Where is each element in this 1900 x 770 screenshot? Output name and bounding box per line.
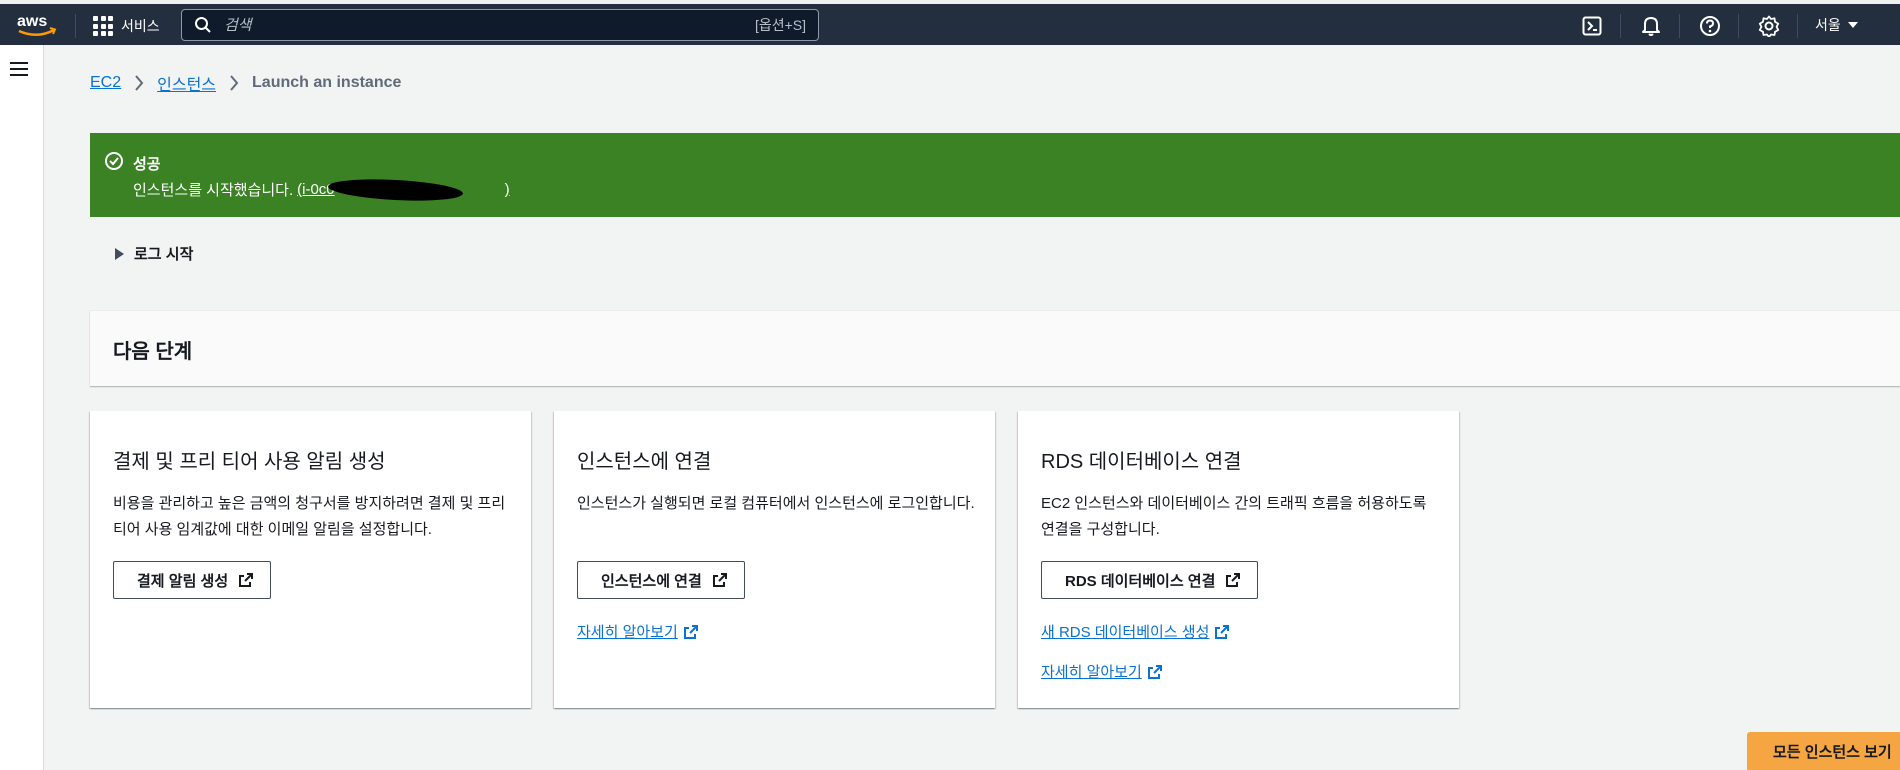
create-rds-link[interactable]: 새 RDS 데이터베이스 생성 xyxy=(1041,621,1230,642)
card-title: 결제 및 프리 티어 사용 알림 생성 xyxy=(113,451,386,473)
cloudshell-icon[interactable] xyxy=(1579,13,1605,39)
aws-logo[interactable]: aws xyxy=(16,11,58,41)
menu-hamburger-icon[interactable] xyxy=(10,62,28,76)
breadcrumb-link-ec2[interactable]: EC2 xyxy=(90,74,121,92)
card-description: 비용을 관리하고 높은 금액의 청구서를 방지하려면 결제 및 프리 티어 사용… xyxy=(113,495,506,538)
billing-alert-card: 결제 및 프리 티어 사용 알림 생성 비용을 관리하고 높은 금액의 청구서를… xyxy=(90,411,531,708)
breadcrumb-current: Launch an instance xyxy=(252,74,402,91)
next-steps-header: 다음 단계 xyxy=(90,310,1900,386)
caret-down-icon xyxy=(1847,22,1858,28)
services-label: 서비스 xyxy=(121,18,160,34)
success-flashbar: 성공 인스턴스를 시작했습니다. (i-0c0) xyxy=(90,133,1900,217)
card-title: 인스턴스에 연결 xyxy=(577,451,712,473)
button-label: RDS 데이터베이스 연결 xyxy=(1065,572,1216,590)
chevron-right-icon xyxy=(230,75,239,91)
settings-gear-icon[interactable] xyxy=(1756,13,1782,39)
flash-title: 성공 xyxy=(133,156,161,173)
search-icon xyxy=(195,17,211,33)
external-link-icon xyxy=(1226,573,1241,587)
services-menu-button[interactable]: 서비스 xyxy=(93,13,160,39)
learn-more-link[interactable]: 자세히 알아보기 xyxy=(1041,661,1163,682)
view-all-instances-button[interactable]: 모든 인스턴스 보기 xyxy=(1747,732,1900,770)
aws-logo-text: aws xyxy=(17,13,47,30)
breadcrumb: EC2 인스턴스 Launch an instance xyxy=(90,71,401,95)
nav-divider xyxy=(1620,14,1621,38)
launch-log-label: 로그 시작 xyxy=(134,246,194,263)
connect-rds-button[interactable]: RDS 데이터베이스 연결 xyxy=(1041,561,1259,599)
connect-instance-card: 인스턴스에 연결 인스턴스가 실행되면 로컬 컴퓨터에서 인스턴스에 로그인합니… xyxy=(554,411,995,708)
connect-instance-button[interactable]: 인스턴스에 연결 xyxy=(577,561,745,599)
nav-divider xyxy=(1738,14,1739,38)
region-label: 서울 xyxy=(1815,17,1841,33)
instance-id-close: ) xyxy=(504,181,510,198)
card-description: 인스턴스가 실행되면 로컬 컴퓨터에서 인스턴스에 로그인합니다. xyxy=(577,495,975,512)
top-navigation: aws 서비스 [옵션+S] 서울 xyxy=(0,0,1900,45)
notifications-bell-icon[interactable] xyxy=(1638,13,1664,39)
search-bar[interactable]: [옵션+S] xyxy=(181,9,819,41)
next-steps-title: 다음 단계 xyxy=(113,341,193,363)
external-link-icon xyxy=(1215,624,1230,639)
rds-connect-card: RDS 데이터베이스 연결 EC2 인스턴스와 데이터베이스 간의 트래픽 흐름… xyxy=(1018,411,1459,708)
success-check-icon xyxy=(105,152,123,170)
flash-message-text: 인스턴스를 시작했습니다. xyxy=(133,182,294,199)
card-description: EC2 인스턴스와 데이터베이스 간의 트래픽 흐름을 허용하도록 연결을 구성… xyxy=(1041,495,1427,538)
link-label: 자세히 알아보기 xyxy=(577,624,678,641)
create-billing-alert-button[interactable]: 결제 알림 생성 xyxy=(113,561,272,599)
caret-right-icon xyxy=(115,247,124,260)
search-input[interactable] xyxy=(212,16,755,34)
services-grid-icon xyxy=(93,16,113,36)
launch-log-expander[interactable]: 로그 시작 xyxy=(115,243,193,264)
learn-more-link[interactable]: 자세히 알아보기 xyxy=(577,621,699,642)
link-label: 자세히 알아보기 xyxy=(1041,664,1142,681)
external-link-icon xyxy=(1147,664,1162,679)
nav-divider xyxy=(1797,14,1798,38)
side-navigation-rail xyxy=(0,45,44,770)
button-label: 결제 알림 생성 xyxy=(137,572,229,590)
button-label: 인스턴스에 연결 xyxy=(601,572,702,590)
flash-message: 인스턴스를 시작했습니다. (i-0c0) xyxy=(133,175,510,204)
nav-divider xyxy=(75,14,76,38)
card-title: RDS 데이터베이스 연결 xyxy=(1041,451,1242,473)
region-selector[interactable]: 서울 xyxy=(1815,15,1859,35)
breadcrumb-link-instances[interactable]: 인스턴스 xyxy=(157,71,216,95)
external-link-icon xyxy=(683,624,698,639)
nav-divider xyxy=(1679,14,1680,38)
search-shortcut-hint: [옵션+S] xyxy=(754,17,806,33)
chevron-right-icon xyxy=(135,75,144,91)
external-link-icon xyxy=(712,573,727,587)
help-icon[interactable] xyxy=(1697,13,1723,39)
link-label: 새 RDS 데이터베이스 생성 xyxy=(1041,624,1210,641)
external-link-icon xyxy=(239,573,254,587)
